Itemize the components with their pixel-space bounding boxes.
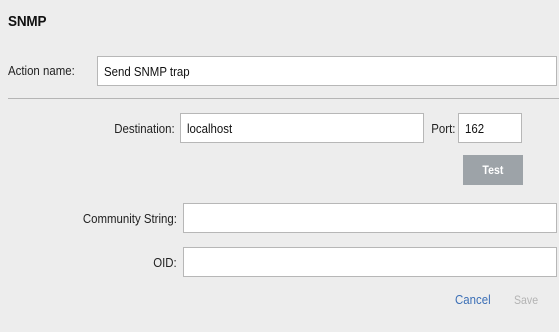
action-name-value: Send SNMP trap — [104, 64, 190, 79]
action-name-label: Action name: — [8, 63, 75, 78]
destination-label: Destination: — [114, 121, 175, 136]
test-button[interactable]: Test — [463, 155, 523, 185]
test-button-label: Test — [482, 163, 504, 177]
snmp-action-panel: SNMP Action name: Send SNMP trap Destina… — [0, 0, 559, 332]
port-label: Port: — [430, 121, 455, 136]
oid-input[interactable] — [183, 247, 557, 277]
oid-label: OID: — [153, 255, 177, 270]
community-string-label: Community String: — [82, 211, 177, 226]
action-name-input[interactable]: Send SNMP trap — [97, 56, 557, 86]
port-value: 162 — [465, 121, 485, 136]
dialog-title: SNMP — [8, 13, 47, 30]
destination-input[interactable]: localhost — [180, 113, 424, 143]
destination-value: localhost — [187, 121, 233, 136]
community-string-input[interactable] — [183, 203, 557, 233]
cancel-link[interactable]: Cancel — [455, 292, 491, 307]
port-input[interactable]: 162 — [458, 113, 522, 143]
save-button[interactable]: Save — [514, 293, 538, 307]
section-divider — [8, 98, 559, 99]
